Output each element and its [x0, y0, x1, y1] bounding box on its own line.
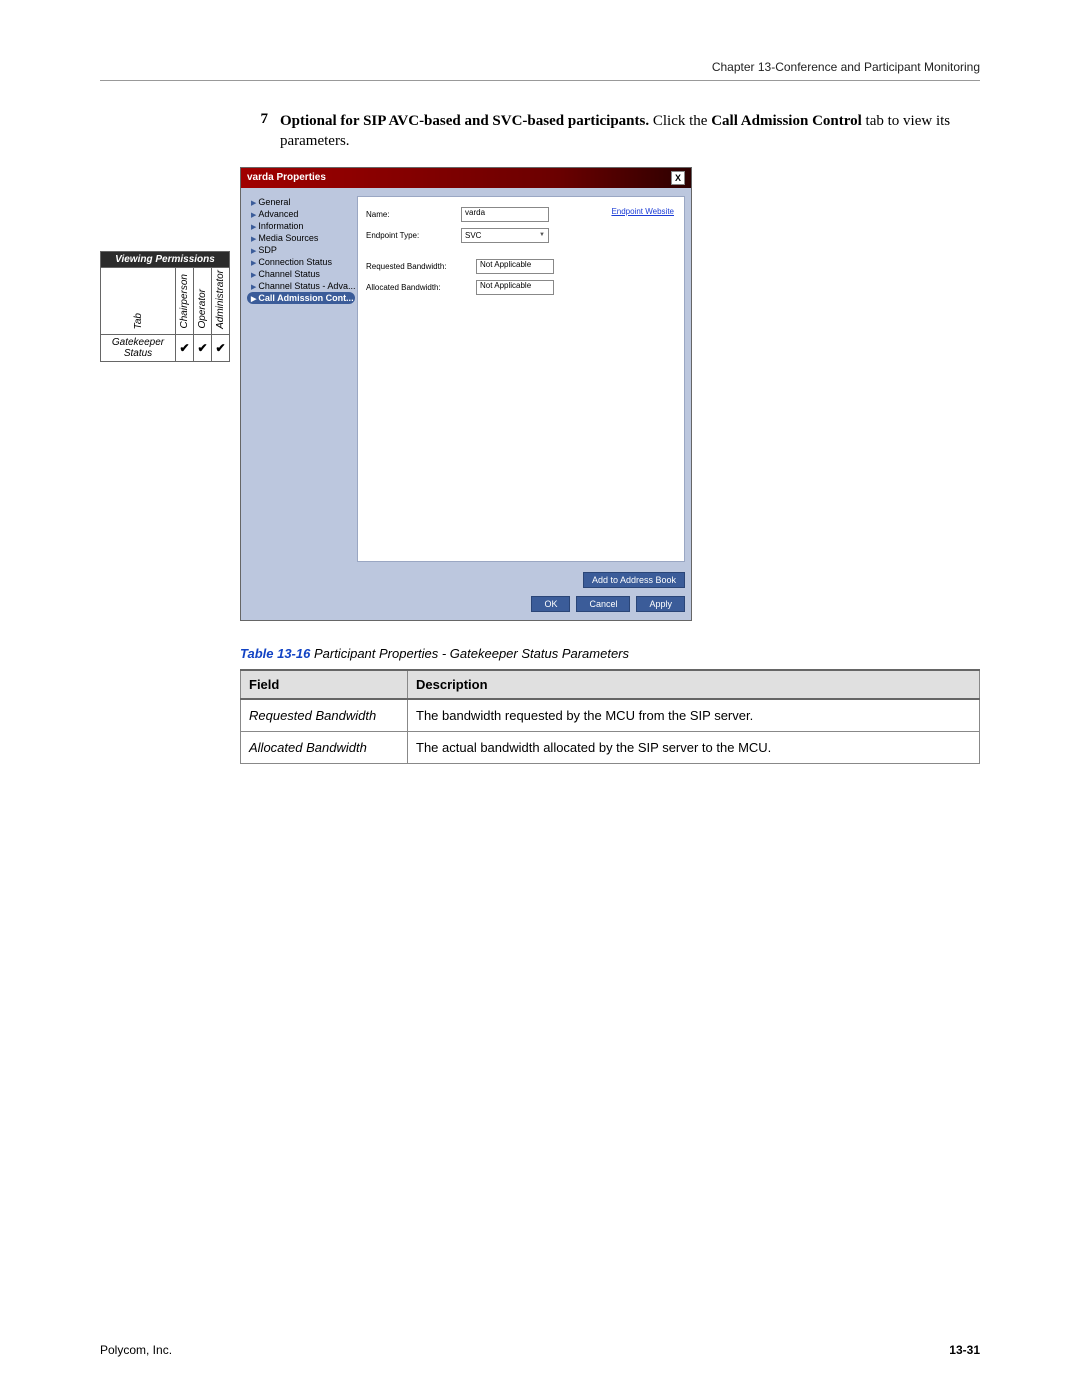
chapter-heading: Chapter 13-Conference and Participant Mo…: [100, 60, 980, 74]
table-caption: Table 13-16 Participant Properties - Gat…: [240, 646, 980, 661]
arrow-icon: ▶: [251, 236, 256, 243]
cancel-button[interactable]: Cancel: [576, 596, 630, 612]
dialog-tree: ▶General ▶Advanced ▶Information ▶Media S…: [247, 196, 355, 562]
step-bold2: Call Admission Control: [711, 113, 862, 129]
step-text: Optional for SIP AVC-based and SVC-based…: [280, 111, 980, 152]
param-header-row: Field Description: [241, 670, 980, 699]
close-icon[interactable]: X: [671, 171, 685, 185]
perm-col-chair: Chairperson: [176, 268, 194, 335]
step-mid: Click the: [649, 113, 711, 129]
perm-col-operator-label: Operator: [197, 289, 208, 328]
type-label: Endpoint Type:: [366, 231, 461, 240]
tree-call-admission[interactable]: ▶Call Admission Cont...: [247, 292, 355, 304]
check-chair: ✔: [176, 334, 194, 361]
chevron-down-icon: ▼: [539, 232, 545, 238]
page: Chapter 13-Conference and Participant Mo…: [0, 0, 1080, 1397]
perm-row-gatekeeper: Gatekeeper Status: [101, 334, 176, 361]
tree-label: SDP: [258, 245, 277, 255]
table-number: Table 13-16: [240, 646, 310, 661]
requested-input[interactable]: Not Applicable: [476, 259, 554, 274]
tree-information[interactable]: ▶Information: [247, 220, 355, 232]
dialog-form: Endpoint Website Name: varda Endpoint Ty…: [357, 196, 685, 562]
tree-label-selected: Call Admission Cont...: [258, 293, 353, 303]
perm-col-admin-label: Administrator: [215, 270, 226, 329]
tree-general[interactable]: ▶General: [247, 196, 355, 208]
page-footer: Polycom, Inc. 13-31: [100, 1343, 980, 1357]
tree-label: General: [258, 197, 290, 207]
tree-label: Channel Status - Adva...: [258, 281, 355, 291]
permissions-table: Viewing Permissions Tab Chairperson Oper…: [100, 251, 230, 362]
permissions-table-wrap: Viewing Permissions Tab Chairperson Oper…: [100, 251, 240, 362]
perm-col-operator: Operator: [194, 268, 212, 335]
row-type: Endpoint Type: SVC ▼: [366, 228, 676, 243]
dialog-title-text: varda Properties: [247, 172, 326, 183]
field-requested: Requested Bandwidth: [241, 699, 408, 732]
table-row: Allocated Bandwidth The actual bandwidth…: [241, 731, 980, 763]
endpoint-website-link[interactable]: Endpoint Website: [611, 207, 674, 216]
table-row: Requested Bandwidth The bandwidth reques…: [241, 699, 980, 732]
properties-dialog: varda Properties X ▶General ▶Advanced ▶I…: [240, 167, 692, 621]
footer-company: Polycom, Inc.: [100, 1343, 172, 1357]
arrow-icon: ▶: [251, 248, 256, 255]
perm-tab-label: Tab: [133, 313, 144, 329]
perm-tab-col: Tab: [101, 268, 176, 335]
arrow-icon: ▶: [251, 212, 256, 219]
name-label: Name:: [366, 210, 461, 219]
left-margin: Viewing Permissions Tab Chairperson Oper…: [100, 111, 240, 362]
arrow-icon: ▶: [251, 296, 256, 303]
check-admin: ✔: [212, 334, 230, 361]
type-select[interactable]: SVC ▼: [461, 228, 549, 243]
desc-allocated: The actual bandwidth allocated by the SI…: [408, 731, 980, 763]
add-to-address-book-button[interactable]: Add to Address Book: [583, 572, 685, 588]
allocated-input[interactable]: Not Applicable: [476, 280, 554, 295]
tree-label: Connection Status: [258, 257, 332, 267]
dialog-titlebar: varda Properties X: [241, 168, 691, 188]
ok-button[interactable]: OK: [531, 596, 570, 612]
dialog-body: ▶General ▶Advanced ▶Information ▶Media S…: [241, 188, 691, 568]
dialog-footer: Add to Address Book: [241, 568, 691, 596]
tree-label: Media Sources: [258, 233, 318, 243]
main-col: 7 Optional for SIP AVC-based and SVC-bas…: [240, 111, 980, 764]
tree-media-sources[interactable]: ▶Media Sources: [247, 232, 355, 244]
param-header-desc: Description: [408, 670, 980, 699]
param-table: Field Description Requested Bandwidth Th…: [240, 669, 980, 764]
arrow-icon: ▶: [251, 260, 256, 267]
table-caption-text: Participant Properties - Gatekeeper Stat…: [314, 646, 629, 661]
arrow-icon: ▶: [251, 200, 256, 207]
perm-col-chair-label: Chairperson: [179, 274, 190, 328]
arrow-icon: ▶: [251, 284, 256, 291]
field-allocated: Allocated Bandwidth: [241, 731, 408, 763]
type-value: SVC: [465, 231, 481, 240]
page-number: 13-31: [949, 1343, 980, 1357]
tree-channel-status-adv[interactable]: ▶Channel Status - Adva...: [247, 280, 355, 292]
arrow-icon: ▶: [251, 224, 256, 231]
row-allocated: Allocated Bandwidth: Not Applicable: [366, 280, 676, 295]
step-bold1: Optional for SIP AVC-based and SVC-based…: [280, 113, 649, 129]
arrow-icon: ▶: [251, 272, 256, 279]
content-row: Viewing Permissions Tab Chairperson Oper…: [100, 111, 980, 764]
step-7: 7 Optional for SIP AVC-based and SVC-bas…: [240, 111, 980, 152]
tree-label: Channel Status: [258, 269, 320, 279]
tree-advanced[interactable]: ▶Advanced: [247, 208, 355, 220]
check-operator: ✔: [194, 334, 212, 361]
desc-requested: The bandwidth requested by the MCU from …: [408, 699, 980, 732]
param-header-field: Field: [241, 670, 408, 699]
dialog-footer2: OK Cancel Apply: [241, 596, 691, 620]
header-rule: [100, 80, 980, 81]
perm-col-admin: Administrator: [212, 268, 230, 335]
tree-connection-status[interactable]: ▶Connection Status: [247, 256, 355, 268]
permissions-header: Viewing Permissions: [101, 252, 230, 268]
requested-label: Requested Bandwidth:: [366, 262, 476, 271]
step-number: 7: [240, 111, 280, 128]
tree-sdp[interactable]: ▶SDP: [247, 244, 355, 256]
name-input[interactable]: varda: [461, 207, 549, 222]
row-requested: Requested Bandwidth: Not Applicable: [366, 259, 676, 274]
allocated-label: Allocated Bandwidth:: [366, 283, 476, 292]
apply-button[interactable]: Apply: [636, 596, 685, 612]
tree-label: Advanced: [258, 209, 298, 219]
tree-label: Information: [258, 221, 303, 231]
tree-channel-status[interactable]: ▶Channel Status: [247, 268, 355, 280]
